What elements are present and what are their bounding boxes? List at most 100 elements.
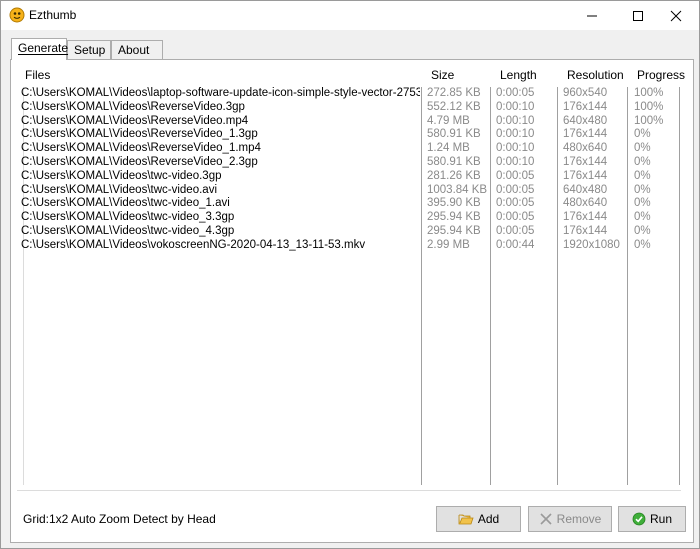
run-check-icon <box>632 512 646 526</box>
column-header-length[interactable]: Length <box>496 65 560 85</box>
file-path: C:\Users\KOMAL\Videos\twc-video_3.3gp <box>21 211 235 224</box>
tab-about-label: About <box>118 43 150 57</box>
run-button-label: Run <box>649 512 672 526</box>
column-header-files[interactable]: Files <box>21 65 419 85</box>
file-length: 0:00:10 <box>496 128 535 141</box>
folder-open-icon <box>458 512 474 526</box>
file-progress: 0% <box>634 155 651 168</box>
file-progress: 0% <box>634 169 651 182</box>
file-size: 1.24 MB <box>427 142 470 155</box>
file-progress: 0% <box>634 224 651 237</box>
file-path: C:\Users\KOMAL\Videos\vokoscreenNG-2020-… <box>21 238 366 251</box>
column-header-resolution[interactable]: Resolution <box>563 65 633 85</box>
window-title: Ezthumb <box>29 8 77 22</box>
file-length: 0:00:10 <box>496 155 535 168</box>
file-size: 552.12 KB <box>427 100 481 113</box>
add-button[interactable]: Add <box>436 506 521 532</box>
file-path: C:\Users\KOMAL\Videos\twc-video.3gp <box>21 169 222 182</box>
file-resolution: 480x640 <box>563 142 608 155</box>
bottom-separator <box>17 490 681 491</box>
file-resolution: 640x480 <box>563 114 608 127</box>
file-progress: 100% <box>634 114 664 127</box>
column-header-size[interactable]: Size <box>427 65 493 85</box>
tab-generate-label: Generate <box>18 41 69 55</box>
file-progress: 0% <box>634 211 651 224</box>
file-length: 0:00:44 <box>496 238 535 251</box>
table-row[interactable]: C:\Users\KOMAL\Videos\ReverseVideo.mp4 4… <box>17 115 681 129</box>
file-path: C:\Users\KOMAL\Videos\twc-video.avi <box>21 183 217 196</box>
file-size: 2.99 MB <box>427 238 470 251</box>
remove-x-icon <box>539 512 553 526</box>
minimize-icon <box>587 15 597 16</box>
file-path: C:\Users\KOMAL\Videos\twc-video_4.3gp <box>21 224 235 237</box>
tab-generate[interactable]: Generate <box>11 38 69 60</box>
file-length: 0:00:05 <box>496 224 535 237</box>
file-path: C:\Users\KOMAL\Videos\ReverseVideo_2.3gp <box>21 155 258 168</box>
file-resolution: 960x540 <box>563 87 608 99</box>
table-row[interactable]: C:\Users\KOMAL\Videos\twc-video.3gp 281.… <box>17 170 681 184</box>
file-size: 295.94 KB <box>427 224 481 237</box>
table-row[interactable]: C:\Users\KOMAL\Videos\ReverseVideo_1.mp4… <box>17 142 681 156</box>
tab-setup[interactable]: Setup <box>67 40 111 59</box>
file-size: 580.91 KB <box>427 155 481 168</box>
generate-panel: Files Size Length Resolution Progress C:… <box>10 59 694 543</box>
remove-button[interactable]: Remove <box>528 506 612 532</box>
file-path: C:\Users\KOMAL\Videos\laptop-software-up… <box>21 87 420 99</box>
file-length: 0:00:05 <box>496 169 535 182</box>
table-row[interactable]: C:\Users\KOMAL\Videos\twc-video_1.avi 39… <box>17 197 681 211</box>
file-length: 0:00:05 <box>496 87 535 99</box>
file-resolution: 176x144 <box>563 211 608 224</box>
file-progress: 100% <box>634 100 664 113</box>
file-progress: 100% <box>634 87 664 99</box>
file-list[interactable]: Files Size Length Resolution Progress C:… <box>17 65 685 485</box>
file-rows: C:\Users\KOMAL\Videos\laptop-software-up… <box>17 87 681 253</box>
close-button[interactable] <box>653 1 699 30</box>
table-row[interactable]: C:\Users\KOMAL\Videos\laptop-software-up… <box>17 87 681 101</box>
file-resolution: 176x144 <box>563 128 608 141</box>
maximize-icon <box>633 10 643 21</box>
table-row[interactable]: C:\Users\KOMAL\Videos\ReverseVideo_1.3gp… <box>17 128 681 142</box>
tab-about[interactable]: About <box>111 40 163 59</box>
file-progress: 0% <box>634 183 651 196</box>
file-progress: 0% <box>634 128 651 141</box>
file-resolution: 640x480 <box>563 183 608 196</box>
file-resolution: 176x144 <box>563 100 608 113</box>
remove-button-label: Remove <box>556 512 602 526</box>
table-row[interactable]: C:\Users\KOMAL\Videos\ReverseVideo.3gp 5… <box>17 101 681 115</box>
table-row[interactable]: C:\Users\KOMAL\Videos\twc-video_4.3gp 29… <box>17 225 681 239</box>
minimize-button[interactable] <box>569 1 615 30</box>
add-button-label: Add <box>477 512 500 526</box>
file-resolution: 176x144 <box>563 155 608 168</box>
column-header-progress[interactable]: Progress <box>633 65 685 85</box>
file-length: 0:00:10 <box>496 142 535 155</box>
file-size: 281.26 KB <box>427 169 481 182</box>
file-progress: 0% <box>634 142 651 155</box>
file-resolution: 480x640 <box>563 197 608 210</box>
title-bar[interactable]: Ezthumb <box>1 1 699 30</box>
file-size: 295.94 KB <box>427 211 481 224</box>
table-row[interactable]: C:\Users\KOMAL\Videos\twc-video.avi 1003… <box>17 184 681 198</box>
table-row[interactable]: C:\Users\KOMAL\Videos\ReverseVideo_2.3gp… <box>17 156 681 170</box>
file-path: C:\Users\KOMAL\Videos\ReverseVideo_1.mp4 <box>21 142 261 155</box>
file-progress: 0% <box>634 238 651 251</box>
close-icon <box>670 10 682 21</box>
file-resolution: 1920x1080 <box>563 238 620 251</box>
status-text: Grid:1x2 Auto Zoom Detect by Head <box>23 512 216 526</box>
file-path: C:\Users\KOMAL\Videos\ReverseVideo_1.3gp <box>21 128 258 141</box>
file-resolution: 176x144 <box>563 224 608 237</box>
table-row[interactable]: C:\Users\KOMAL\Videos\twc-video_3.3gp 29… <box>17 211 681 225</box>
file-path: C:\Users\KOMAL\Videos\twc-video_1.avi <box>21 197 230 210</box>
table-row[interactable]: C:\Users\KOMAL\Videos\vokoscreenNG-2020-… <box>17 239 681 253</box>
file-size: 1003.84 KB <box>427 183 488 196</box>
app-icon <box>9 7 25 23</box>
run-button[interactable]: Run <box>618 506 686 532</box>
file-path: C:\Users\KOMAL\Videos\ReverseVideo.3gp <box>21 100 245 113</box>
file-length: 0:00:05 <box>496 183 535 196</box>
file-length: 0:00:10 <box>496 114 535 127</box>
file-length: 0:00:05 <box>496 197 535 210</box>
app-window: Ezthumb Generate Setup About Files Size … <box>0 0 700 549</box>
file-resolution: 176x144 <box>563 169 608 182</box>
file-path: C:\Users\KOMAL\Videos\ReverseVideo.mp4 <box>21 114 249 127</box>
file-length: 0:00:10 <box>496 100 535 113</box>
tab-setup-label: Setup <box>74 43 106 57</box>
